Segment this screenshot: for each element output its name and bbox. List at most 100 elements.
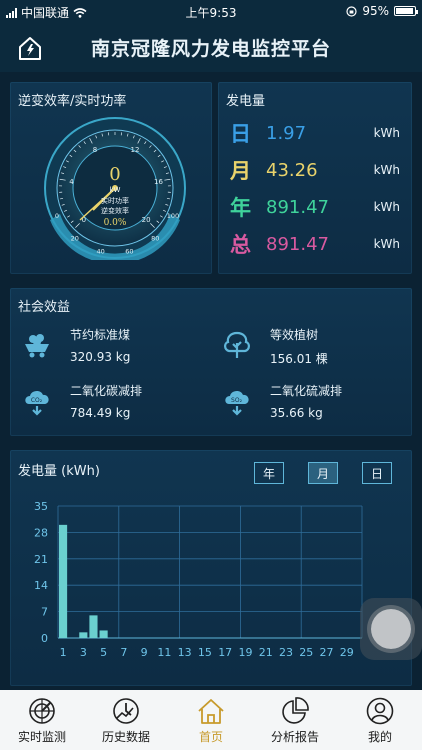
gauge-power-label: 实时功率	[101, 196, 129, 205]
tree-icon	[224, 331, 250, 358]
app-header: 南京冠隆风力发电监控平台	[0, 22, 422, 72]
chart-x-tick-label: 23	[279, 646, 293, 659]
page-title: 南京冠隆风力发电监控平台	[90, 38, 331, 60]
social-name-tree: 等效植树	[270, 328, 319, 342]
chart-panel-title: 发电量 (kWh)	[18, 464, 100, 479]
gauge-inner-tick-label: 80	[151, 235, 159, 243]
chart-x-tick-label: 19	[238, 646, 252, 659]
status-bar: 中国联通 上午9:53 95%	[0, 0, 422, 22]
chart-x-tick-label: 21	[259, 646, 273, 659]
chart-x-tick-label: 27	[320, 646, 334, 659]
gauge-graphic: 048 121620 02040 6080100 0 kW 实时功率 逆变效率 0.…	[44, 117, 186, 265]
gauge-power-unit: kW	[110, 186, 121, 194]
chart-y-tick-label: 21	[34, 553, 48, 566]
gauge-efficiency-value: 0.0%	[104, 218, 127, 228]
chart-bar	[89, 615, 98, 638]
generation-row-month: 月 43.26 kWh	[230, 155, 400, 185]
tab-analysis[interactable]: 分析报告	[253, 690, 337, 750]
social-item-so2: SO₂ 二氧化硫减排 35.66 kg	[222, 382, 412, 426]
gauge-inner-tick-label: 60	[125, 247, 133, 255]
gauge-inner-tick-label: 100	[167, 212, 179, 220]
chart-x-tick-label: 9	[141, 646, 148, 659]
chart-x-tick-label: 5	[100, 646, 107, 659]
generation-label-total: 总	[230, 233, 251, 257]
social-benefits-panel: 社会效益 节约标准煤 320.93 kg 等效植树 156.01 棵 CO₂ 二…	[10, 288, 412, 436]
chart-y-tick-label: 7	[41, 606, 48, 619]
day-button[interactable]: 日	[362, 462, 392, 484]
chart-panel: 发电量 (kWh) 年 月 日 0 7 14 21 28 35 1 3 5 7 9 11 13 15 17…	[10, 450, 412, 686]
assistive-touch-knob	[371, 609, 411, 649]
tab-mine-label: 我的	[367, 730, 392, 744]
svg-text:CO₂: CO₂	[31, 397, 43, 404]
generation-value-total: 891.47	[266, 233, 329, 255]
gauge-inner-tick-label: 40	[96, 247, 104, 255]
social-name-coal: 节约标准煤	[70, 328, 131, 342]
generation-row-day: 日 1.97 kWh	[230, 118, 400, 148]
chart-x-tick-label: 25	[299, 646, 313, 659]
chart-x-tick-label: 29	[340, 646, 354, 659]
generation-bar-chart: 0714212835 1 3 5 7 9 11 13 15 17 19 21 23 25 27 29	[34, 500, 363, 659]
generation-unit-day: kWh	[373, 126, 400, 140]
generation-label-year: 年	[230, 196, 251, 220]
chart-grid	[57, 505, 363, 639]
chart-y-tick-label: 14	[34, 579, 48, 592]
chart-x-tick-label: 3	[80, 646, 87, 659]
chart-bar	[99, 630, 108, 638]
chart-y-tick-label: 35	[34, 500, 48, 513]
gauge-panel-title: 逆变效率/实时功率	[18, 94, 127, 109]
generation-label-month: 月	[230, 159, 251, 183]
gauge-efficiency-label: 逆变效率	[101, 206, 129, 215]
co2-cloud-icon: CO₂	[25, 390, 49, 416]
pie-chart-icon	[282, 697, 309, 724]
gauge-inner-tick-label: 0	[55, 212, 59, 220]
social-amount-coal: 320.93 kg	[70, 350, 131, 364]
battery-icon	[394, 6, 418, 16]
year-button[interactable]: 年	[254, 462, 284, 484]
social-item-co2: CO₂ 二氧化碳减排 784.49 kg	[22, 382, 212, 426]
social-amount-so2: 35.66 kg	[270, 406, 323, 420]
radar-icon	[29, 698, 55, 724]
tab-mine[interactable]: 我的	[338, 690, 422, 750]
gauge-outer-tick-label: 16	[154, 178, 163, 186]
orientation-lock-icon	[346, 5, 357, 17]
coal-cart-icon	[25, 334, 49, 358]
chart-x-tick-label: 1	[60, 646, 67, 659]
bottom-tab-bar: 实时监测 历史数据 首页 分析报告 我的	[0, 690, 422, 750]
chart-x-ticks: 1 3 5 7 9 11 13 15 17 19 21 23 25 27 29	[60, 646, 354, 659]
social-name-co2: 二氧化碳减排	[70, 384, 143, 398]
chart-x-tick-label: 7	[120, 646, 127, 659]
battery-percent: 95%	[362, 4, 389, 18]
gauge: 0 4 8 12 16 20 0 20 40 60 80 100 0 kW 实时功率 逆变效率 0.…	[20, 110, 210, 265]
status-right: 95%	[346, 4, 418, 18]
tab-home[interactable]: 首页	[169, 690, 253, 750]
month-button[interactable]: 月	[308, 462, 338, 484]
generation-unit-year: kWh	[373, 200, 400, 214]
generation-value-month: 43.26	[266, 159, 318, 181]
social-panel-title: 社会效益	[18, 300, 71, 315]
social-item-tree: 等效植树 156.01 棵	[222, 326, 412, 370]
generation-row-total: 总 891.47 kWh	[230, 229, 400, 259]
so2-cloud-icon: SO₂	[225, 390, 249, 416]
social-name-so2: 二氧化硫减排	[270, 384, 343, 398]
home-icon	[198, 699, 224, 724]
generation-unit-month: kWh	[373, 163, 400, 177]
assistive-touch-button[interactable]	[360, 598, 422, 660]
social-amount-tree: 156.01 棵	[270, 352, 328, 366]
clock-chart-icon	[113, 698, 139, 724]
generation-panel-title: 发电量	[226, 94, 266, 109]
tab-realtime[interactable]: 实时监测	[0, 690, 84, 750]
chart-y-tick-label: 0	[41, 632, 48, 645]
gauge-outer-tick-label: 12	[131, 146, 140, 154]
tab-history[interactable]: 历史数据	[84, 690, 168, 750]
tab-realtime-label: 实时监测	[17, 730, 66, 744]
svg-text:SO₂: SO₂	[231, 397, 243, 404]
chart-x-tick-label: 17	[218, 646, 232, 659]
generation-label-day: 日	[230, 122, 251, 146]
generation-unit-total: kWh	[373, 237, 400, 251]
chart-bar	[59, 524, 68, 638]
tab-home-label: 首页	[198, 730, 223, 744]
tab-analysis-label: 分析报告	[270, 730, 319, 744]
battery-fill	[396, 8, 414, 14]
generation-panel: 发电量 日 1.97 kWh 月 43.26 kWh 年 891.47 kWh …	[218, 82, 412, 274]
gauge-power-value: 0	[109, 164, 120, 185]
